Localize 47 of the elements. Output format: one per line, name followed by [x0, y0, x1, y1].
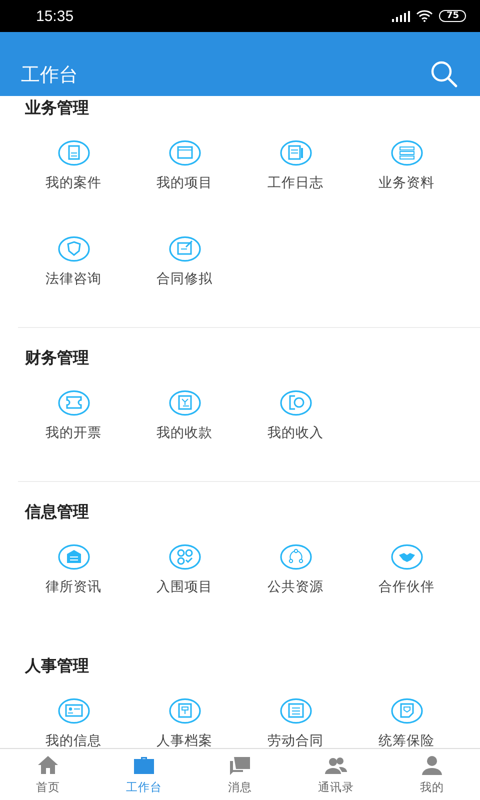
feature-label[interactable]: 我的收款 — [156, 425, 212, 441]
wifi-icon — [416, 10, 434, 22]
search-icon[interactable] — [430, 60, 458, 88]
shield-icon[interactable] — [58, 236, 90, 262]
document-icon[interactable] — [58, 140, 90, 166]
feature-label[interactable]: 工作日志 — [268, 175, 324, 191]
feature-label[interactable]: 人事档案 — [156, 733, 212, 748]
feature-label[interactable]: 我的开票 — [46, 425, 102, 441]
feature-label[interactable]: 合同修拟 — [156, 271, 212, 287]
window-icon[interactable] — [168, 140, 200, 166]
feature-label[interactable]: 公共资源 — [268, 579, 324, 595]
feature-label[interactable]: 我的项目 — [156, 175, 212, 191]
signal-icon — [392, 10, 410, 22]
notebook-icon[interactable] — [280, 140, 312, 166]
feature-label[interactable]: 我的案件 — [46, 175, 102, 191]
building-icon[interactable] — [58, 544, 90, 570]
section-title: 信息管理 — [24, 501, 90, 523]
tab-item[interactable]: 通讯录 — [288, 749, 384, 800]
feature-label[interactable]: 法律咨询 — [46, 271, 102, 287]
receipt-icon[interactable] — [168, 390, 200, 416]
feature-label[interactable]: 统筹保险 — [378, 733, 434, 748]
tab-item[interactable]: 首页 — [0, 749, 96, 800]
id-card-icon[interactable] — [58, 698, 90, 724]
status-time: 15:35 — [36, 8, 75, 24]
feature-label[interactable]: 我的信息 — [46, 733, 102, 748]
section-title: 财务管理 — [24, 347, 90, 369]
badge-icon[interactable] — [390, 698, 422, 724]
section-title: 人事管理 — [24, 655, 90, 677]
feature-label[interactable]: 我的收入 — [268, 425, 324, 441]
page-title: 工作台 — [21, 63, 79, 88]
feature-label[interactable]: 业务资料 — [378, 175, 434, 191]
list-icon[interactable] — [280, 698, 312, 724]
edit-icon[interactable] — [168, 236, 200, 262]
tab-item[interactable]: 消息 — [192, 749, 288, 800]
feature-label[interactable]: 劳动合同 — [268, 733, 324, 748]
person-icon — [420, 754, 444, 778]
battery-level: 75 — [439, 10, 466, 22]
circles-icon[interactable] — [168, 544, 200, 570]
ticket-icon[interactable] — [58, 390, 90, 416]
share-icon[interactable] — [280, 544, 312, 570]
stack-icon[interactable] — [390, 140, 422, 166]
feature-label[interactable]: 合作伙伴 — [378, 579, 434, 595]
feature-label[interactable]: 律所资讯 — [46, 579, 102, 595]
tab-item[interactable]: 我的 — [384, 749, 480, 800]
feature-label[interactable]: 入围项目 — [156, 579, 212, 595]
section-title: 业务管理 — [24, 97, 90, 119]
chat-icon — [228, 754, 252, 778]
